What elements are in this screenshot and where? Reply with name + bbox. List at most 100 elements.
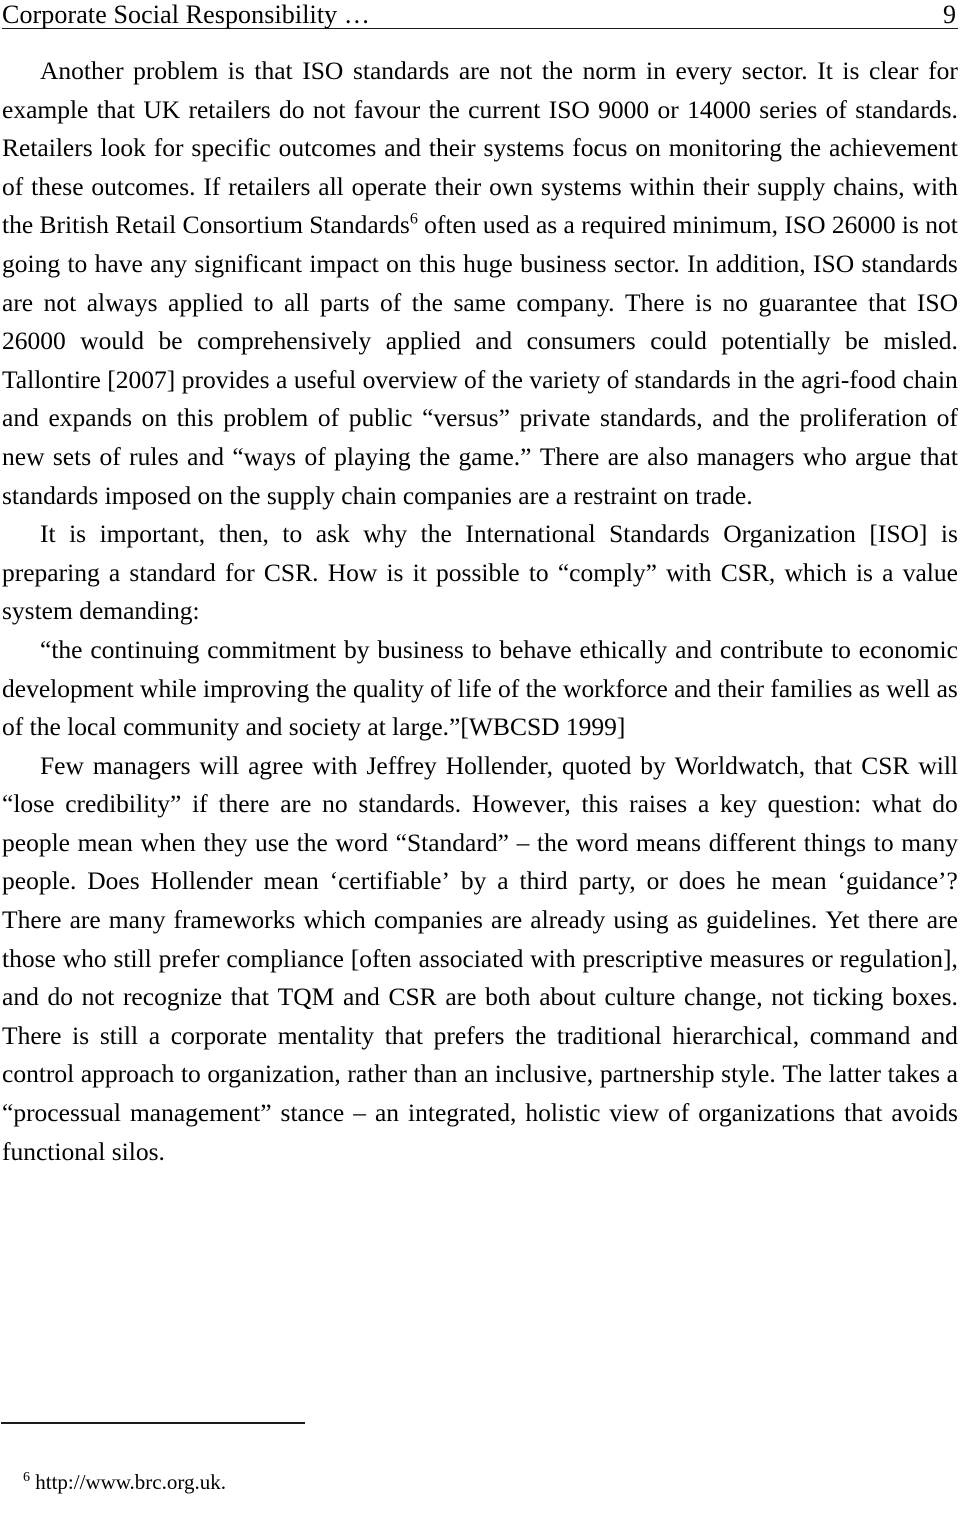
word: public [348,403,413,433]
word: organization, [207,1059,341,1089]
footnote-reference[interactable]: 6 [410,211,418,228]
header-title: Corporate Social Responsibility … [2,0,370,29]
word: retailers [188,94,271,124]
word: to [873,827,894,857]
word: on [635,133,661,163]
word: many [901,827,958,857]
word: with [666,557,712,587]
word: workforce [563,673,668,703]
word: all [283,287,310,317]
word: what [871,789,922,819]
word: while [140,673,197,703]
word: standards [352,56,450,85]
word: ISO [784,210,826,240]
word: behave [499,634,572,664]
word: or [657,94,679,124]
word: Tallontire [2,364,101,394]
word: 26000 [2,326,66,356]
word: every [675,56,733,85]
text-line: of the local community and society at la… [2,712,626,742]
word: specific [191,133,271,163]
word: It [40,519,56,549]
word: to [67,248,88,278]
word: value [902,557,958,587]
word: are [926,905,958,935]
word: Worldwatch, [674,750,806,780]
word: favour [353,94,421,124]
word: compliance [226,943,344,973]
word: current [468,94,541,124]
word: private [519,403,591,433]
word: There [2,1020,62,1050]
word: agri-food [801,364,897,394]
word: ISO [813,248,855,278]
word: that [254,56,293,85]
word: are [2,287,34,317]
word: culture [604,982,676,1012]
word: going [2,248,61,278]
word: “comply” [557,557,657,587]
word: significant [194,248,302,278]
word: Standards6 [309,210,418,240]
word: that [96,94,135,124]
word: by [640,750,666,780]
word: norm [582,56,637,85]
word: a [882,557,894,587]
word: mean [77,827,133,857]
word: problem [223,403,309,433]
word: often [424,210,477,240]
word: these [31,171,84,201]
word: their [702,171,750,201]
word: useful [293,364,357,394]
word: prescriptive [582,943,703,973]
word: not [925,210,958,240]
word: be [844,326,870,356]
word: it [412,557,427,587]
word: who [62,943,107,973]
word: The [782,1059,822,1089]
word: as [858,673,881,703]
word: quality [353,673,424,703]
word: parts [319,287,370,317]
word: managers [696,441,795,471]
word: to [282,519,303,549]
word: measures [709,943,805,973]
word: families [770,673,853,703]
word: not [81,982,115,1012]
word: which [784,557,847,587]
word: Retail [115,210,177,240]
word: of [304,441,326,471]
word: How [327,557,378,587]
word: this [176,403,214,433]
word: things [803,827,867,857]
word: prefer [158,943,220,973]
word: commitment [207,634,337,664]
word: there [218,789,270,819]
word: not [43,287,77,317]
word: do [47,982,74,1012]
word: achievement [829,133,958,163]
word: Standards [609,519,710,549]
word: the [428,94,460,124]
word: standards [861,248,958,278]
word: that [814,750,853,780]
word: are [458,56,491,85]
word: their [717,673,765,703]
word: own [489,171,534,201]
word: to [831,634,851,664]
document-page: Corporate Social Responsibility … 9 Anot… [0,0,960,1494]
word: CSR, [720,557,776,587]
word: CSR [388,982,437,1012]
word: be [158,326,183,356]
word: not [499,56,533,85]
word: rules [129,441,179,471]
word: misled. [883,326,958,356]
word: for [225,557,255,587]
text-line: those who still prefer compliance [often assoc… [2,940,958,979]
text-line: control approach to organization, rather than… [2,1055,958,1094]
word: standards. [358,789,462,819]
word: continuing [90,634,200,664]
word: the [789,133,822,163]
word: standards [634,364,731,394]
word: applied [168,287,244,317]
